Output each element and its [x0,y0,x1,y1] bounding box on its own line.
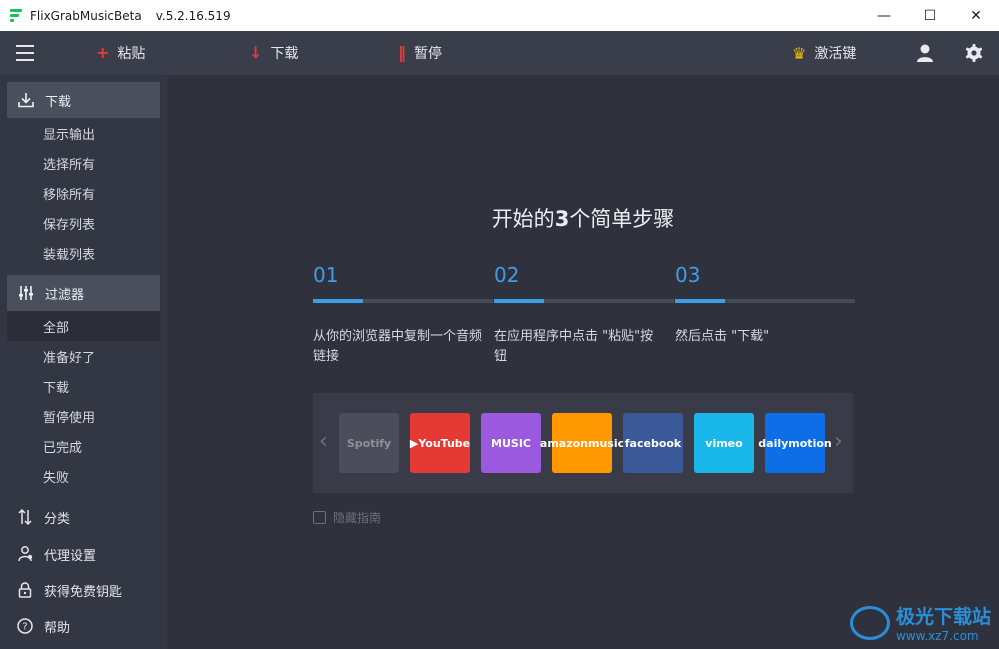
step-text: 从你的浏览器中复制一个音频链接 [313,329,483,364]
sidebar-item-load-list[interactable]: 装载列表 [7,238,160,268]
step-progress-track [675,299,855,303]
watermark: 极光下载站 www.xz7.com [849,602,991,643]
close-button[interactable]: ✕ [953,0,999,31]
sidebar-item-help-label: 帮助 [44,620,71,636]
sidebar-item-remove-all[interactable]: 移除所有 [7,178,160,208]
activate-key-button[interactable]: ♛ 激活键 [792,31,856,75]
watermark-url: www.xz7.com [895,629,979,643]
sidebar-filter-downloading[interactable]: 下载 [7,371,160,401]
service-facebook-logo: facebook [623,413,683,473]
filter-sliders-icon [19,286,33,300]
main-panel: 开始的3个简单步骤 01 从你的浏览器中复制一个音频链接 02 在应用程序中点击… [167,75,999,649]
proxy-icon [18,546,33,562]
step-text: 在应用程序中点击 "粘贴"按钮 [494,329,654,364]
steps-title-part2: 个简单步骤 [569,207,675,231]
step-progress-fill [313,299,363,303]
step-number: 01 [313,263,339,287]
step-progress-track [313,299,493,303]
carousel-next-icon[interactable]: › [834,429,843,454]
download-icon [18,93,34,108]
sidebar-item-show-output[interactable]: 显示输出 [7,118,160,148]
sidebar-filter-failed[interactable]: 失败 [7,461,160,491]
minimize-button[interactable]: — [861,0,907,31]
service-vimeo-logo: vimeo [694,413,754,473]
step-progress-fill [675,299,725,303]
app-version: v.5.2.16.519 [155,8,231,23]
download-button[interactable]: ↓ 下载 [249,31,298,75]
hamburger-menu-icon[interactable] [16,45,34,61]
step-number: 02 [494,263,520,287]
lock-icon [18,582,32,598]
sidebar-item-sort[interactable]: 分类 [0,499,167,535]
sidebar-section-download[interactable]: 下载 [7,82,160,118]
help-icon: ? [17,618,33,634]
sidebar-section-filter-label: 过滤器 [45,287,85,303]
paste-button[interactable]: + 粘贴 [96,31,145,75]
step-1: 01 从你的浏览器中复制一个音频链接 [313,263,493,364]
sidebar-item-sort-label: 分类 [44,511,71,527]
steps-title-number: 3 [554,207,570,231]
watermark-logo-icon [849,605,890,640]
carousel-prev-icon[interactable]: ‹ [319,429,328,454]
service-youtube-logo: ▶YouTube [410,413,470,473]
arrow-down-icon: ↓ [249,43,263,62]
app-logo-icon [10,8,24,23]
plus-icon: + [96,43,110,62]
hide-guide-toggle[interactable]: 隐藏指南 [313,509,381,526]
sidebar-filter-completed[interactable]: 已完成 [7,431,160,461]
watermark-title: 极光下载站 [895,606,991,628]
pause-button[interactable]: ‖ 暂停 [398,31,442,75]
step-progress-fill [494,299,544,303]
sidebar-item-select-all[interactable]: 选择所有 [7,148,160,178]
sort-icon [18,508,32,526]
service-amazon-music-logo: amazonmusic [540,413,624,473]
pause-icon: ‖ [398,43,406,62]
sidebar-section-filter[interactable]: 过滤器 [7,275,160,311]
crown-icon: ♛ [792,43,807,63]
sidebar-item-proxy-label: 代理设置 [44,548,97,564]
hide-guide-label: 隐藏指南 [333,511,382,525]
sidebar-item-proxy-settings[interactable]: 代理设置 [0,536,167,572]
step-progress-track [494,299,674,303]
sidebar-filter-all[interactable]: 全部 [7,311,160,341]
services-carousel: ‹ Spotify ▶YouTube MUSIC amazonmusic fac… [313,393,853,493]
svg-text:?: ? [22,622,27,633]
sidebar-filter-paused[interactable]: 暂停使用 [7,401,160,431]
sidebar: 下载 显示输出 选择所有 移除所有 保存列表 装载列表 过滤器 全部 准备好了 … [0,75,167,649]
pause-label: 暂停 [414,46,442,62]
steps-title-part1: 开始的 [491,207,555,231]
step-number: 03 [675,263,701,287]
sidebar-item-free-key[interactable]: 获得免费钥匙 [0,572,167,608]
download-label: 下载 [270,46,299,62]
sidebar-item-free-key-label: 获得免费钥匙 [44,584,123,600]
user-icon[interactable] [915,43,935,63]
gear-icon[interactable] [964,43,984,63]
toolbar: + 粘贴 ↓ 下载 ‖ 暂停 ♛ 激活键 [0,31,999,75]
sidebar-filter-ready[interactable]: 准备好了 [7,341,160,371]
hide-guide-checkbox[interactable] [313,511,326,524]
sidebar-section-download-label: 下载 [45,94,72,110]
service-apple-music-logo: MUSIC [481,413,541,473]
title-bar: FlixGrabMusicBeta v.5.2.16.519 — ☐ ✕ [0,0,999,31]
service-dailymotion-logo: dailymotion [758,413,832,473]
app-name: FlixGrabMusicBeta [30,8,142,23]
paste-label: 粘贴 [117,46,146,62]
sidebar-item-save-list[interactable]: 保存列表 [7,208,160,238]
step-text: 然后点击 "下载" [675,329,770,344]
step-3: 03 然后点击 "下载" [675,263,855,344]
step-2: 02 在应用程序中点击 "粘贴"按钮 [494,263,674,364]
sidebar-item-help[interactable]: ? 帮助 [0,608,167,644]
activate-label: 激活键 [814,46,857,62]
service-spotify-logo: Spotify [339,413,399,473]
steps-title: 开始的3个简单步骤 [167,203,999,233]
maximize-button[interactable]: ☐ [907,0,953,31]
